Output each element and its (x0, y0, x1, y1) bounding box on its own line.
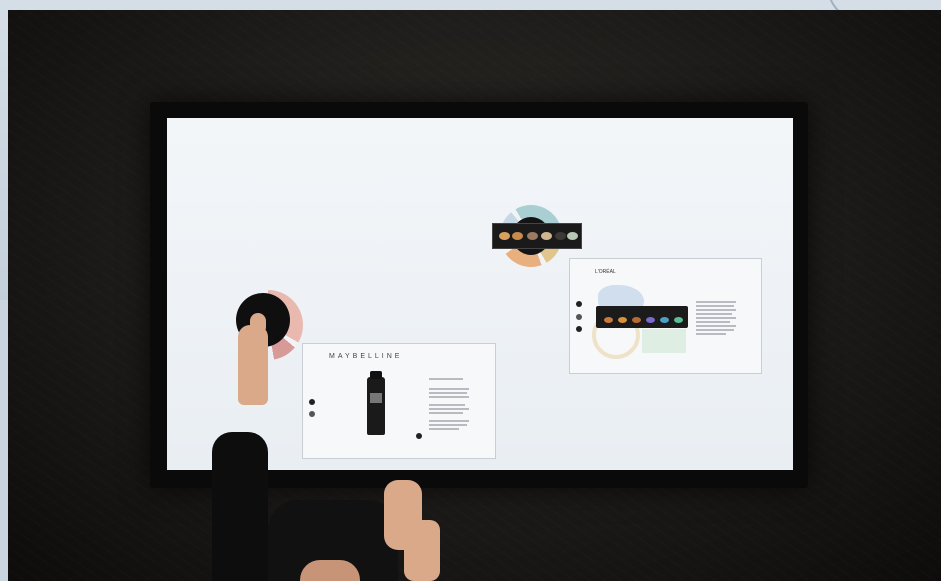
left-thumb (250, 313, 266, 335)
card-nav-dot[interactable] (309, 399, 315, 405)
text-line (696, 309, 736, 311)
card-nav-dot[interactable] (576, 301, 582, 307)
text-line (696, 317, 736, 319)
text-line (696, 313, 732, 315)
text-line (696, 325, 736, 327)
shade-strip[interactable] (492, 223, 582, 249)
maybelline-brand: MAYBELLINE (329, 353, 403, 360)
text-line (696, 301, 736, 303)
text-line (429, 404, 465, 406)
text-line (696, 321, 730, 323)
text-line (696, 305, 734, 307)
decorative-shape (642, 329, 686, 353)
text-line (696, 329, 734, 331)
left-sleeve (212, 432, 268, 581)
text-line (429, 408, 469, 410)
card-nav-dot[interactable] (576, 314, 582, 320)
foundation-bottle-image (367, 371, 385, 435)
text-line (696, 333, 726, 335)
left-hand (238, 325, 268, 405)
card-nav-dot[interactable] (416, 433, 422, 439)
person-head (300, 560, 360, 581)
right-forearm (404, 520, 440, 581)
text-line (429, 392, 467, 394)
text-line (429, 396, 469, 398)
loreal-product-card[interactable]: L'ORÉAL (569, 258, 762, 374)
card-nav-dot[interactable] (576, 326, 582, 332)
text-line (429, 412, 463, 414)
maybelline-product-card[interactable]: MAYBELLINE (302, 343, 496, 459)
text-line (429, 428, 459, 430)
card-nav-dot[interactable] (309, 411, 315, 417)
text-line (429, 378, 463, 380)
loreal-brand: L'ORÉAL (595, 269, 616, 275)
eyeshadow-palette-image (596, 306, 688, 328)
text-line (429, 420, 469, 422)
text-line (429, 424, 467, 426)
touch-display-screen: MAYBELLINE L'ORÉAL (167, 118, 793, 470)
text-line (429, 388, 469, 390)
